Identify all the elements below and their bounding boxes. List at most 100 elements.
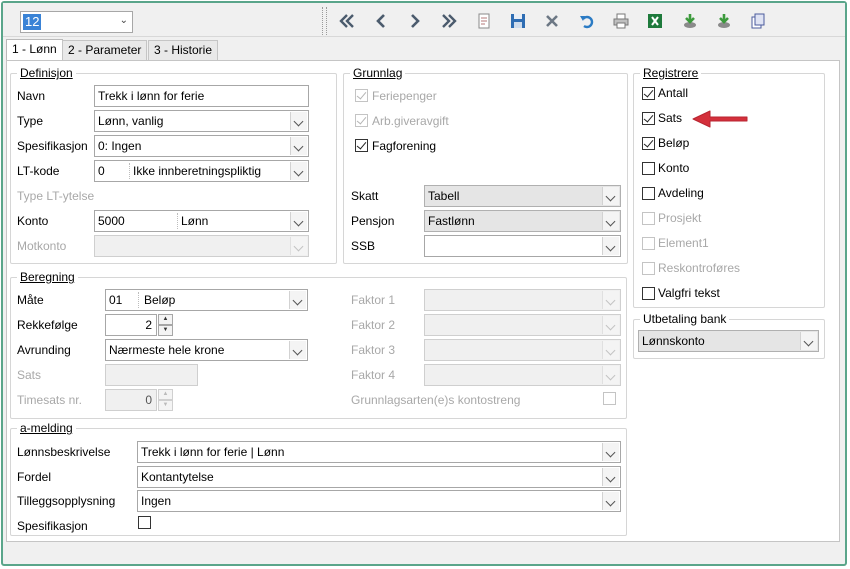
chevron-down-icon [602, 492, 619, 510]
field-divider [138, 292, 139, 308]
utbetaling-title: Utbetaling bank [640, 312, 730, 326]
spesifikasjon-select[interactable]: 0: Ingen [94, 135, 309, 157]
excel-icon[interactable] [646, 12, 664, 30]
registrere-checkbox[interactable] [642, 187, 655, 200]
definisjon-title: Definisjon [17, 66, 76, 80]
previous-icon[interactable] [372, 12, 390, 30]
konto-select[interactable]: 5000 Lønn [94, 210, 309, 232]
faktor2-label: Faktor 2 [351, 318, 396, 332]
fordel-label: Fordel [17, 470, 52, 484]
registrere-checkbox[interactable] [642, 112, 655, 125]
kontostreng-label: Grunnlagsarten(e)s kontostreng [351, 393, 521, 407]
feriepenger-label: Feriepenger [372, 89, 437, 103]
ltkode-select[interactable]: 0 Ikke innberetningspliktig [94, 160, 309, 182]
timesats-label: Timesats nr. [17, 393, 82, 407]
skatt-label: Skatt [351, 189, 379, 203]
toolbar-divider [326, 7, 327, 35]
undo-icon[interactable] [578, 12, 596, 30]
chevron-down-icon [290, 162, 307, 180]
registrere-item-label: Konto [658, 161, 690, 175]
registrere-checkbox[interactable] [642, 287, 655, 300]
chevron-down-icon [602, 468, 619, 486]
tillegg-label: Tilleggsopplysning [17, 494, 116, 508]
maate-select[interactable]: 01 Beløp [105, 289, 308, 311]
tab-parameter[interactable]: 2 - Parameter [62, 40, 148, 60]
record-select[interactable]: 12 ⌄ [20, 11, 133, 33]
rekkefolge-label: Rekkefølge [17, 318, 78, 332]
sats-input [105, 364, 198, 386]
konto-label: Konto [17, 214, 49, 228]
last-icon[interactable] [440, 12, 458, 30]
new-icon[interactable] [475, 12, 493, 30]
tab-lonn[interactable]: 1 - Lønn [6, 39, 63, 61]
avrunding-select[interactable]: Nærmeste hele krone [105, 339, 308, 361]
pensjon-value: Fastlønn [428, 214, 475, 228]
utbetaling-select[interactable]: Lønnskonto [638, 330, 819, 352]
next-icon[interactable] [406, 12, 424, 30]
motkonto-label: Motkonto [17, 239, 67, 253]
export-icon[interactable] [681, 12, 699, 30]
chevron-down-icon [602, 341, 619, 359]
maate-text: Beløp [144, 293, 176, 307]
registrere-checkbox [642, 237, 655, 250]
pensjon-select[interactable]: Fastlønn [424, 210, 621, 232]
lonnsbeskrivelse-label: Lønnsbeskrivelse [17, 445, 111, 459]
lonnsbeskrivelse-select[interactable]: Trekk i lønn for ferie | Lønn [137, 441, 621, 463]
registrere-checkbox [642, 212, 655, 225]
navn-input[interactable]: Trekk i lønn for ferie [94, 85, 309, 107]
ssb-label: SSB [351, 239, 376, 253]
tillegg-select[interactable]: Ingen [137, 490, 621, 512]
delete-icon[interactable] [543, 12, 561, 30]
print-icon[interactable] [612, 12, 630, 30]
rekkefolge-stepper[interactable]: ▲ ▼ [158, 314, 173, 336]
maate-code: 01 [109, 293, 123, 307]
chevron-down-icon [800, 332, 817, 350]
registrere-title: Registrere [640, 66, 702, 80]
spesifikasjon-value: 0: Ingen [98, 139, 142, 153]
ssb-select[interactable] [424, 235, 621, 257]
chevron-down-icon [602, 291, 619, 309]
registrere-item-label: Beløp [658, 136, 690, 150]
registrere-checkbox [642, 262, 655, 275]
spin-down-icon[interactable]: ▼ [158, 325, 173, 336]
save-icon[interactable] [509, 12, 527, 30]
motkonto-select [94, 235, 309, 257]
registrere-item-label: Prosjekt [658, 211, 702, 225]
registrere-checkbox[interactable] [642, 162, 655, 175]
type-value: Lønn, vanlig [98, 114, 164, 128]
chevron-down-icon [290, 112, 307, 130]
copy-icon[interactable] [749, 12, 767, 30]
chevron-down-icon [290, 237, 307, 255]
chevron-down-icon [290, 212, 307, 230]
kontostreng-checkbox [603, 392, 616, 405]
registrere-item-label: Element1 [658, 236, 709, 250]
spin-up-icon[interactable]: ▲ [158, 314, 173, 325]
fagforening-checkbox[interactable] [355, 139, 368, 152]
arbgiveravgift-checkbox [355, 114, 368, 127]
fordel-value: Kontantytelse [141, 470, 214, 484]
chevron-down-icon [602, 237, 619, 255]
sats-label: Sats [17, 368, 42, 382]
konto-code: 5000 [98, 214, 125, 228]
rekkefolge-input[interactable]: 2 [105, 314, 157, 336]
chevron-down-icon [602, 316, 619, 334]
fordel-select[interactable]: Kontantytelse [137, 466, 621, 488]
skatt-select[interactable]: Tabell [424, 185, 621, 207]
amelding-spesifikasjon-label: Spesifikasjon [17, 519, 88, 533]
skatt-value: Tabell [428, 189, 460, 203]
registrere-checkbox[interactable] [642, 137, 655, 150]
type-select[interactable]: Lønn, vanlig [94, 110, 309, 132]
spesifikasjon-label: Spesifikasjon [17, 139, 88, 153]
import-icon[interactable] [715, 12, 733, 30]
first-icon[interactable] [338, 12, 356, 30]
chevron-down-icon [289, 341, 306, 359]
chevron-down-icon [290, 137, 307, 155]
ltkode-text: Ikke innberetningspliktig [133, 164, 262, 178]
feriepenger-checkbox [355, 89, 368, 102]
konto-text: Lønn [181, 214, 209, 228]
tab-historie[interactable]: 3 - Historie [148, 40, 219, 60]
registrere-checkbox[interactable] [642, 87, 655, 100]
record-value: 12 [23, 14, 42, 30]
field-divider [129, 163, 130, 179]
amelding-spesifikasjon-checkbox[interactable] [138, 516, 151, 529]
